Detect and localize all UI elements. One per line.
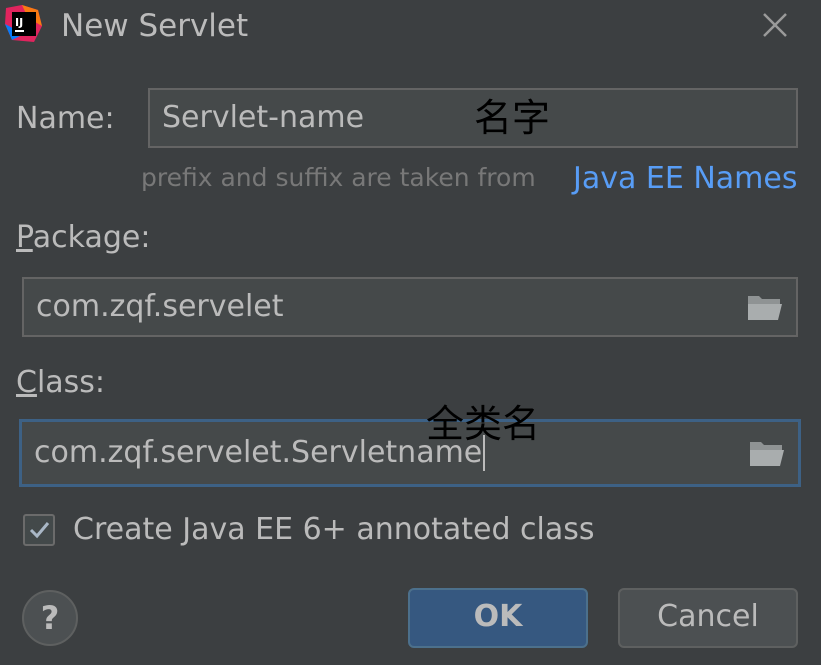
help-button[interactable]: ? <box>22 590 78 646</box>
name-input[interactable]: Servlet-name <box>148 88 798 148</box>
cancel-button[interactable]: Cancel <box>618 588 798 648</box>
name-label: Name: <box>16 101 115 136</box>
annotated-class-label[interactable]: Create Java EE 6+ annotated class <box>73 511 595 549</box>
package-input-value: com.zqf.servelet <box>36 289 284 324</box>
folder-icon[interactable] <box>748 438 786 468</box>
intellij-logo-icon: IJ <box>4 4 44 44</box>
class-input-value: com.zqf.servelet.Servletname <box>34 435 483 470</box>
class-label: Class: <box>16 365 106 400</box>
name-input-value: Servlet-name <box>162 100 365 135</box>
name-hint: prefix and suffix are taken from <box>141 163 536 192</box>
name-annotation: 名字 <box>474 96 551 140</box>
folder-icon[interactable] <box>746 292 784 322</box>
annotated-class-checkbox[interactable] <box>23 514 55 546</box>
package-input[interactable]: com.zqf.servelet <box>22 277 798 337</box>
class-input[interactable]: com.zqf.servelet.Servletname <box>19 419 801 487</box>
checkmark-icon <box>29 522 50 539</box>
java-ee-names-link[interactable]: Java EE Names <box>573 160 798 198</box>
class-annotation: 全类名 <box>426 402 541 446</box>
svg-text:IJ: IJ <box>15 16 23 29</box>
close-icon[interactable] <box>758 8 792 42</box>
ok-button[interactable]: OK <box>408 588 588 648</box>
package-label: Package: <box>16 220 151 255</box>
dialog-title: New Servlet <box>61 8 249 44</box>
